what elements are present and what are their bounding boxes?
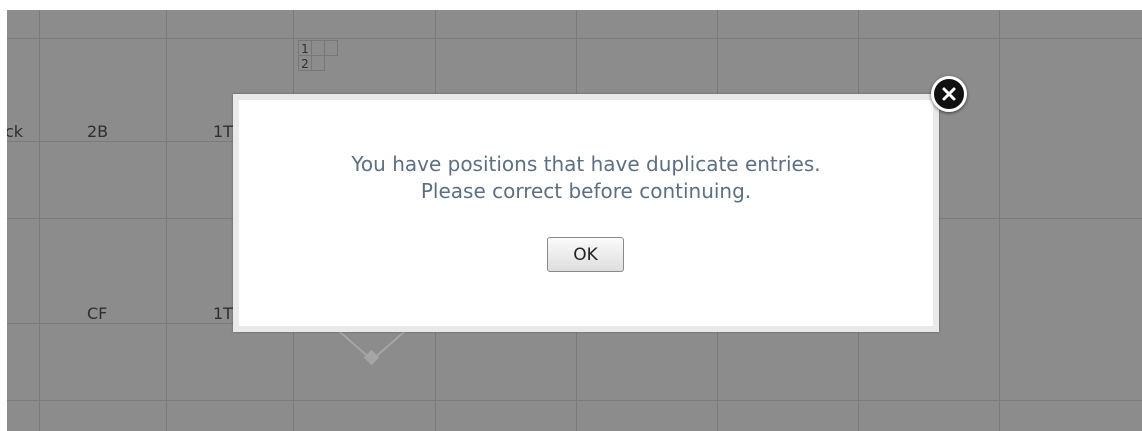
- player-name-cell[interactable]: ck: [7, 122, 23, 141]
- alert-message-line: Please correct before continuing.: [420, 179, 752, 203]
- inning-box[interactable]: 2: [298, 55, 312, 71]
- grid-line: [39, 10, 40, 431]
- grid-line: [7, 38, 1142, 39]
- position-cell[interactable]: CF: [87, 304, 107, 323]
- alert-dialog: You have positions that have duplicate e…: [233, 94, 939, 332]
- position-cell[interactable]: 2B: [87, 122, 108, 141]
- inning-box-empty[interactable]: [311, 55, 325, 71]
- close-icon: [942, 87, 956, 101]
- inning-box-empty[interactable]: [324, 40, 338, 56]
- close-dialog-button[interactable]: [931, 76, 967, 112]
- alert-message-line: You have positions that have duplicate e…: [351, 152, 821, 176]
- alert-dialog-body: You have positions that have duplicate e…: [239, 100, 933, 326]
- inning-box[interactable]: 1: [298, 40, 312, 56]
- inning-box-empty[interactable]: [311, 40, 325, 56]
- alert-message: You have positions that have duplicate e…: [239, 151, 933, 205]
- ok-button[interactable]: OK: [547, 237, 624, 272]
- grid-line: [166, 10, 167, 431]
- grid-line: [999, 10, 1000, 431]
- scorecard-page: ck 2B 1T CF 1T 1 2 You have positions th…: [0, 0, 1142, 431]
- result-cell[interactable]: 1T: [213, 304, 233, 323]
- result-cell[interactable]: 1T: [213, 122, 233, 141]
- grid-line: [7, 400, 1142, 401]
